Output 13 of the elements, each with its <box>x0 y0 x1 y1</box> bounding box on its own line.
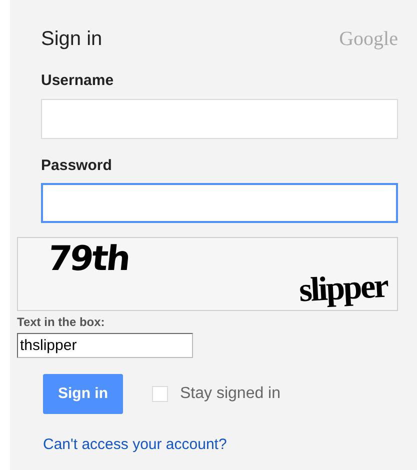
captcha-input[interactable]: thslipper <box>17 333 193 358</box>
checkbox-label: Stay signed in <box>180 384 281 404</box>
captcha-word: slipper <box>298 270 388 308</box>
help-link[interactable]: Can't access your account? <box>43 434 227 456</box>
checkbox[interactable] <box>152 386 168 402</box>
field-label: Username <box>41 71 115 91</box>
panel-title: Sign in <box>41 27 102 52</box>
captcha-word: 79th <box>46 242 131 276</box>
sign-in-button[interactable]: Sign in <box>43 374 123 414</box>
field-label: Password <box>41 156 113 176</box>
logo: Google <box>339 27 398 52</box>
captcha-label: Text in the box: <box>17 314 106 331</box>
input-field[interactable] <box>41 183 398 223</box>
